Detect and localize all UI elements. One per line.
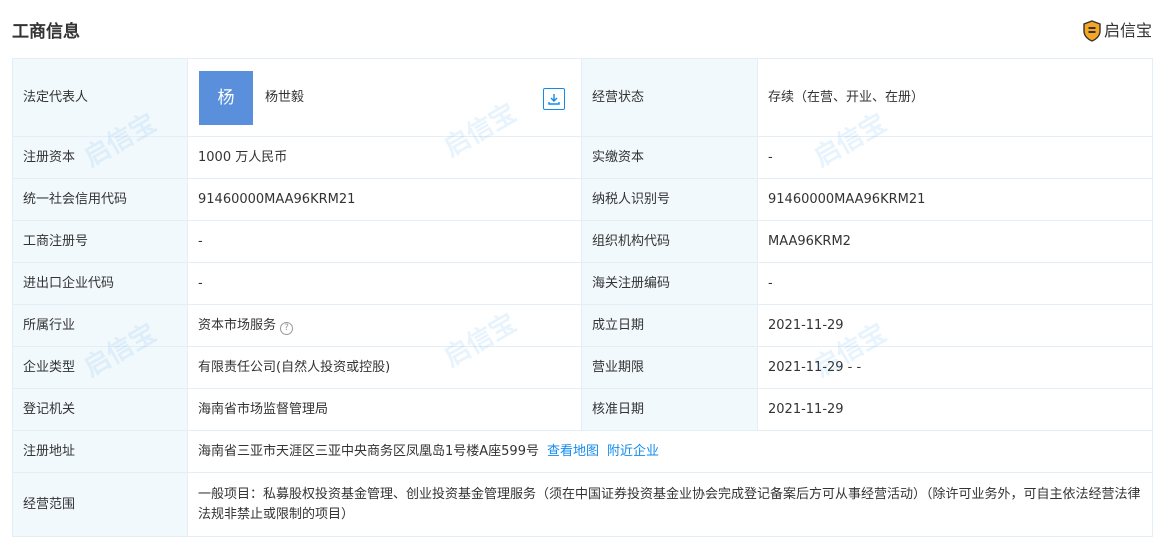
cell-label: 进出口企业代码 [12, 262, 188, 305]
section-title: 工商信息 [12, 22, 80, 42]
cell-label: 组织机构代码 [581, 220, 758, 263]
cell-value: 91460000MAA96KRM21 [187, 178, 582, 221]
table-row: 统一社会信用代码 91460000MAA96KRM21 纳税人识别号 91460… [12, 178, 1153, 221]
cell-label: 纳税人识别号 [581, 178, 758, 221]
table-row: 进出口企业代码 - 海关注册编码 - [12, 262, 1153, 305]
table-row: 注册地址 海南省三亚市天涯区三亚中央商务区凤凰岛1号楼A座599号 查看地图 附近企… [12, 430, 1153, 473]
cell-label: 统一社会信用代码 [12, 178, 188, 221]
cell-label: 营业期限 [581, 346, 758, 389]
table-row: 法定代表人 杨 杨世毅 经营状态 存续（在营、开业、在册） [12, 58, 1153, 137]
cell-value: 2021-11-29 - - [757, 346, 1153, 389]
cell-value: 有限责任公司(自然人投资或控股) [187, 346, 582, 389]
business-info-table: 法定代表人 杨 杨世毅 经营状态 存续（在营、开业、在册） 注册资本 1000 … [12, 58, 1153, 537]
cell-value: 海南省市场监督管理局 [187, 388, 582, 431]
table-row: 企业类型 有限责任公司(自然人投资或控股) 营业期限 2021-11-29 - … [12, 346, 1153, 389]
cell-value: 2021-11-29 [757, 304, 1153, 347]
cell-value: 2021-11-29 [757, 388, 1153, 431]
cell-label: 注册资本 [12, 136, 188, 179]
nearby-companies-link[interactable]: 附近企业 [607, 444, 659, 459]
brand-name: 启信宝 [1103, 21, 1152, 40]
table-row: 经营范围 一般项目：私募股权投资基金管理、创业投资基金管理服务（须在中国证券投资… [12, 472, 1153, 537]
download-button[interactable] [543, 87, 565, 110]
cell-label: 所属行业 [12, 304, 188, 347]
cell-label: 成立日期 [581, 304, 758, 347]
table-row: 登记机关 海南省市场监督管理局 核准日期 2021-11-29 [12, 388, 1153, 431]
cell-label: 经营状态 [581, 58, 758, 137]
avatar[interactable]: 杨 [199, 70, 253, 125]
scope-value: 一般项目：私募股权投资基金管理、创业投资基金管理服务（须在中国证券投资基金业协会… [187, 472, 1153, 537]
table-row: 注册资本 1000 万人民币 实缴资本 - [12, 136, 1153, 179]
cell-label: 登记机关 [12, 388, 188, 431]
cell-label: 核准日期 [581, 388, 758, 431]
section-header: 工商信息 启信宝 [12, 0, 1152, 58]
download-icon [548, 93, 560, 105]
industry-value: 资本市场服务 [198, 317, 277, 333]
view-map-link[interactable]: 查看地图 [547, 444, 599, 459]
cell-label: 实缴资本 [581, 136, 758, 179]
legal-rep-block: 杨 杨世毅 [198, 60, 571, 136]
cell-label: 法定代表人 [12, 58, 188, 137]
table-row: 工商注册号 - 组织机构代码 MAA96KRM2 [12, 220, 1153, 263]
address-cell: 海南省三亚市天涯区三亚中央商务区凤凰岛1号楼A座599号 查看地图 附近企业 [187, 430, 1153, 473]
legal-rep-cell: 杨 杨世毅 [187, 58, 582, 137]
legal-rep-name[interactable]: 杨世毅 [265, 88, 304, 108]
cell-value: - [757, 136, 1153, 179]
cell-value: - [757, 262, 1153, 305]
brand-logo: 启信宝 [1083, 20, 1152, 42]
cell-label: 企业类型 [12, 346, 188, 389]
cell-label: 海关注册编码 [581, 262, 758, 305]
cell-value: 91460000MAA96KRM21 [757, 178, 1153, 221]
help-circle-icon[interactable]: ? [280, 321, 294, 335]
cell-label: 工商注册号 [12, 220, 188, 263]
address-value: 海南省三亚市天涯区三亚中央商务区凤凰岛1号楼A座599号 [198, 443, 539, 459]
table-row: 所属行业 资本市场服务? 成立日期 2021-11-29 [12, 304, 1153, 347]
cell-value: 1000 万人民币 [187, 136, 582, 179]
cell-value: - [187, 220, 582, 263]
cell-value: - [187, 262, 582, 305]
cell-value: MAA96KRM2 [757, 220, 1153, 263]
cell-label: 注册地址 [12, 430, 188, 473]
cell-value: 存续（在营、开业、在册） [757, 58, 1153, 137]
shield-logo-icon [1083, 20, 1101, 42]
industry-cell: 资本市场服务? [187, 304, 582, 347]
cell-label: 经营范围 [12, 472, 188, 537]
